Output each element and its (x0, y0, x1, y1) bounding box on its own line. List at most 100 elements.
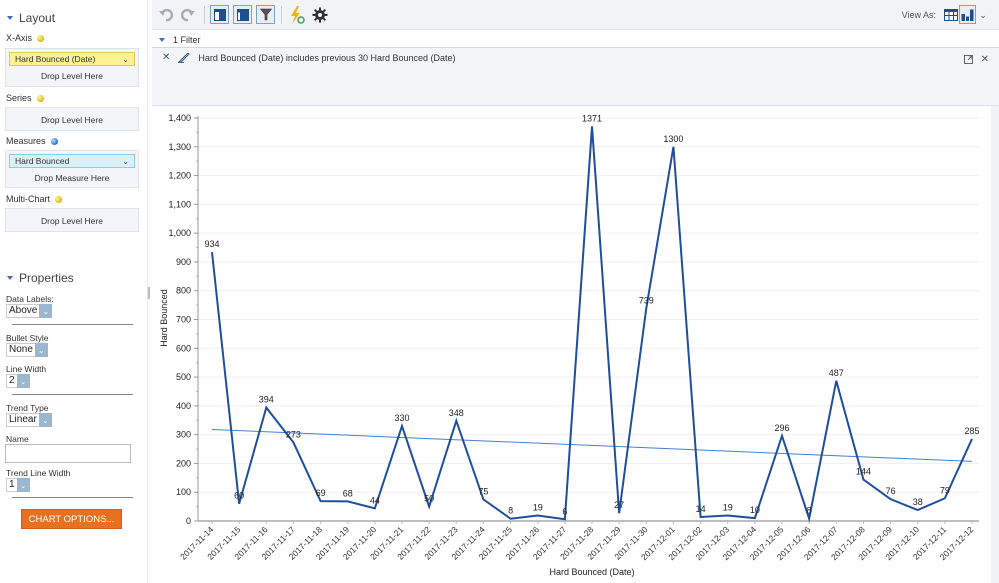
redo-button[interactable] (179, 6, 197, 24)
remove-filter-icon[interactable]: ✕ (162, 52, 170, 63)
y-tick-label: 300 (176, 430, 191, 440)
chevron-down-icon[interactable]: ⌄ (39, 304, 53, 318)
panel-resize-handle[interactable] (148, 287, 150, 299)
axes: 0 100 200 300 400 500 600 700 800 900 1,000 1,100 1,… (168, 113, 979, 562)
collapse-caret-icon (159, 38, 165, 42)
chevron-down-icon[interactable]: ⌄ (38, 413, 52, 427)
toolbar: View As: ⌄ (152, 0, 999, 30)
toggle-filter-panel-button[interactable] (256, 5, 275, 24)
y-tick-label: 0 (186, 516, 191, 526)
filter-text[interactable]: Hard Bounced (Date) includes previous 30… (198, 53, 455, 63)
layout-section-header[interactable]: Layout (7, 11, 55, 25)
toolbar-divider (204, 6, 205, 24)
multichart-drop-text: Drop Level Here (41, 216, 103, 226)
y-tick-label: 500 (176, 372, 191, 382)
measures-label-text: Measures (6, 136, 46, 146)
trend-name-input[interactable] (5, 444, 131, 463)
chevron-down-icon[interactable]: ⌄ (16, 374, 30, 388)
data-label: 273 (286, 429, 301, 439)
data-label: 19 (723, 503, 733, 513)
data-label: 348 (449, 408, 464, 418)
series-label: Series (6, 93, 44, 103)
settings-button[interactable] (311, 6, 329, 24)
chevron-down-icon[interactable]: ⌄ (16, 478, 30, 492)
refresh-data-button[interactable] (288, 6, 306, 24)
multichart-drop-zone[interactable]: Drop Level Here (5, 208, 139, 232)
xaxis-field-pill[interactable]: Hard Bounced (Date) ⌄ (9, 52, 135, 66)
edit-pencil-icon[interactable] (178, 52, 191, 63)
popout-icon[interactable] (964, 55, 973, 64)
y-tick-label: 1,100 (168, 199, 191, 209)
data-label: 14 (696, 504, 706, 514)
toggle-header-panel-button[interactable] (233, 5, 252, 24)
header-panel-icon (236, 8, 249, 21)
data-label: 1371 (582, 113, 602, 123)
view-as-dropdown[interactable]: ⌄ (978, 6, 988, 24)
measures-drop-zone[interactable]: Hard Bounced ⌄ Drop Measure Here (5, 150, 139, 188)
toolbar-divider (281, 6, 282, 24)
y-tick-label: 1,400 (168, 113, 191, 123)
bullet-style-select[interactable]: None ⌄ (6, 343, 48, 357)
view-as-chart-button[interactable] (959, 5, 976, 24)
data-labels-select[interactable]: Above ⌄ (6, 304, 53, 318)
data-labels-label: Data Labels: (6, 294, 54, 304)
properties-section-header[interactable]: Properties (7, 271, 74, 285)
trend-line-width-label: Trend Line Width (6, 468, 71, 478)
xaxis-drop-zone[interactable]: Hard Bounced (Date) ⌄ Drop Level Here (5, 48, 139, 87)
lightning-refresh-icon (291, 6, 305, 24)
redo-icon (180, 8, 195, 22)
data-labels: 934 60 394 273 69 68 44 330 50 348 75 8 19 6 1371 27 739… (204, 113, 979, 516)
layout-panel-icon (213, 8, 226, 21)
collapse-caret-icon (7, 276, 13, 280)
xaxis-field-name: Hard Bounced (Date) (15, 54, 96, 64)
data-label: 19 (533, 503, 543, 513)
filter-bar[interactable]: 1 Filter (152, 31, 999, 48)
chevron-down-icon[interactable]: ⌄ (122, 55, 129, 64)
series-drop-text: Drop Level Here (41, 115, 103, 125)
data-label: 330 (394, 413, 409, 423)
y-tick-label: 900 (176, 257, 191, 267)
trend-line-width-select[interactable]: 1 ⌄ (6, 478, 30, 492)
measures-label: Measures (6, 136, 58, 146)
x-axis-title: Hard Bounced (Date) (549, 567, 634, 577)
view-as-table-button[interactable] (943, 6, 958, 24)
line-width-value: 2 (6, 374, 17, 388)
trend-type-select[interactable]: Linear ⌄ (6, 413, 52, 427)
data-label: 285 (964, 426, 979, 436)
filter-row: ✕ Hard Bounced (Date) includes previous … (162, 52, 456, 63)
chevron-down-icon[interactable]: ⌄ (122, 157, 129, 166)
gear-icon (312, 7, 328, 23)
line-chart: 0 100 200 300 400 500 600 700 800 900 1,000 1,100 1,… (159, 113, 980, 577)
line-width-select[interactable]: 2 ⌄ (6, 374, 30, 388)
filter-icon (259, 8, 272, 21)
multichart-label: Multi-Chart (6, 194, 63, 204)
data-label: 487 (829, 368, 844, 378)
chevron-down-icon[interactable]: ⌄ (34, 343, 48, 357)
divider (12, 497, 133, 498)
layout-sidebar: Layout X-Axis Hard Bounced (Date) ⌄ Drop… (0, 0, 148, 583)
series-drop-zone[interactable]: Drop Level Here (5, 107, 139, 131)
multichart-label-text: Multi-Chart (6, 194, 51, 204)
close-filter-panel-icon[interactable]: ✕ (981, 54, 989, 65)
data-label: 8 (807, 506, 812, 516)
chart-scrollbar[interactable] (991, 106, 999, 583)
y-axis-title: Hard Bounced (159, 289, 169, 347)
filter-count: 1 Filter (173, 35, 201, 45)
y-tick-label: 800 (176, 286, 191, 296)
data-label: 934 (204, 239, 219, 249)
data-label: 27 (614, 500, 624, 510)
measures-drop-text: Drop Measure Here (34, 173, 110, 183)
data-label: 69 (316, 488, 326, 498)
series-layer (211, 126, 973, 523)
data-label: 76 (886, 486, 896, 496)
data-label: 44 (370, 495, 380, 505)
toggle-layout-panel-button[interactable] (210, 5, 229, 24)
measures-field-name: Hard Bounced (15, 156, 70, 166)
chart-options-button[interactable]: CHART OPTIONS... (21, 509, 122, 529)
data-labels-value: Above (6, 304, 40, 318)
undo-button[interactable] (157, 6, 175, 24)
xaxis-drop-text: Drop Level Here (41, 71, 103, 81)
measures-field-pill[interactable]: Hard Bounced ⌄ (9, 154, 135, 168)
trend-line-width-value: 1 (6, 478, 17, 492)
view-as-label: View As: (901, 10, 936, 20)
